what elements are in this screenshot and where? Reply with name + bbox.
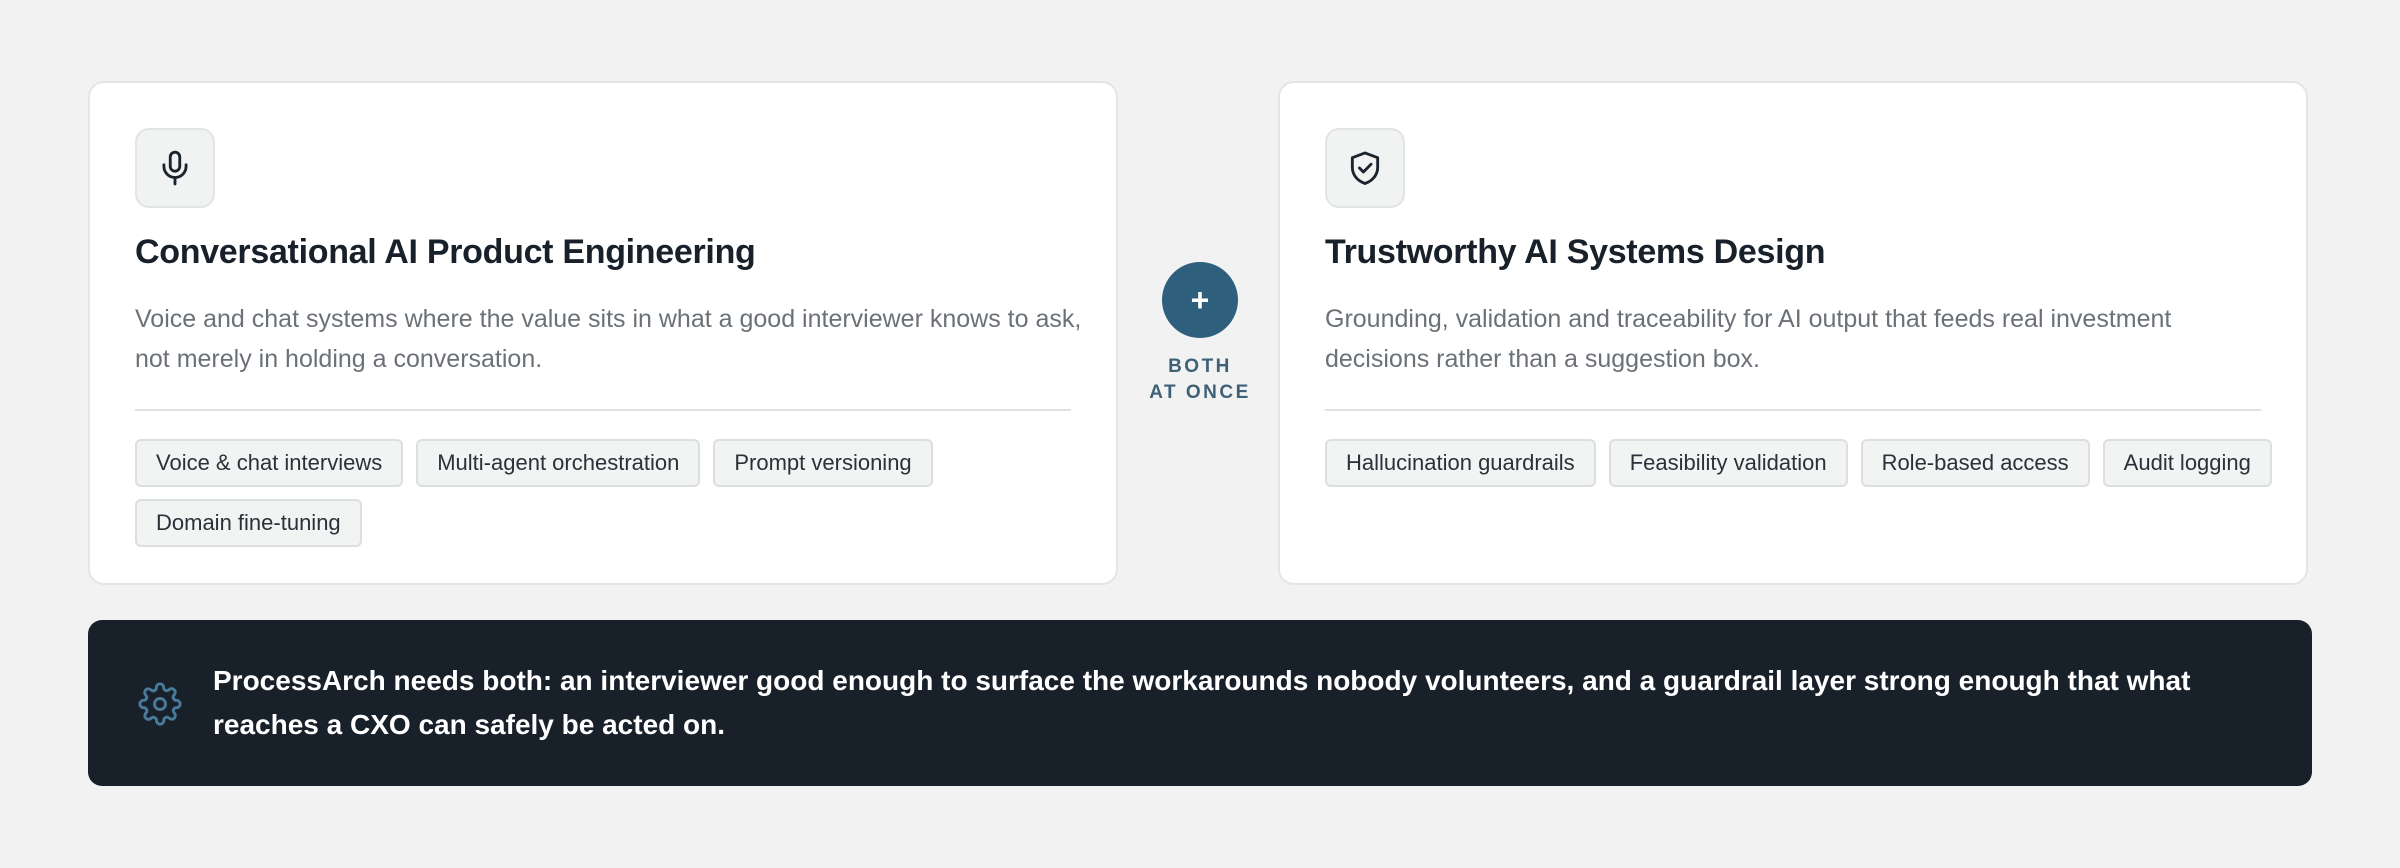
connector-label-line-1: BOTH [1168,356,1232,377]
tag: Hallucination guardrails [1325,439,1596,487]
tag: Audit logging [2102,439,2272,487]
tag-list: Hallucination guardrails Feasibility val… [1325,439,2276,487]
plus-icon: + [1190,282,1210,318]
card-divider [135,409,1071,411]
tag: Role-based access [1860,439,2090,487]
tag: Multi-agent orchestration [416,439,701,487]
card-description: Voice and chat systems where the value s… [135,305,1082,373]
tag: Feasibility validation [1608,439,1848,487]
connector-label: BOTH AT ONCE [1120,354,1280,406]
tag: Domain fine-tuning [135,499,362,547]
capability-card-trustworthy-ai: Trustworthy AI Systems Design Grounding,… [1278,81,2308,585]
capability-card-conversational-ai: Conversational AI Product Engineering Vo… [88,81,1118,585]
microphone-icon [135,128,215,208]
shield-check-icon [1325,128,1405,208]
card-description: Grounding, validation and traceability f… [1325,305,2172,373]
tag-list: Voice & chat interviews Multi-agent orch… [135,439,1086,547]
banner-text: ProcessArch needs both: an interviewer g… [213,665,2191,740]
tag: Voice & chat interviews [135,439,404,487]
card-divider [1325,409,2261,411]
gear-icon [138,682,182,726]
card-title: Trustworthy AI Systems Design [1325,233,1826,271]
connector-label-line-2: AT ONCE [1149,382,1251,403]
summary-banner: ProcessArch needs both: an interviewer g… [88,620,2312,786]
tag: Prompt versioning [713,439,933,487]
plus-connector: + [1162,262,1238,338]
card-title: Conversational AI Product Engineering [135,233,756,271]
